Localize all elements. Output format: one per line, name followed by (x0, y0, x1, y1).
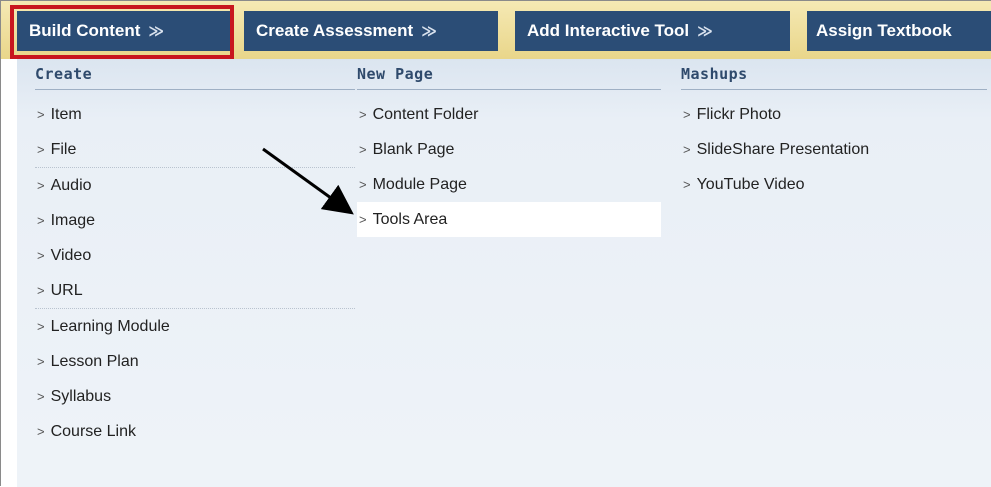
menu-item-label: Video (50, 247, 92, 264)
new-page-heading: New Page (357, 59, 661, 90)
menu-item-flickr-photo[interactable]: > Flickr Photo (681, 97, 987, 132)
build-content-menu: Create > Item > File > Audio > Image > Video … (17, 59, 991, 487)
menu-item-syllabus[interactable]: > Syllabus (35, 379, 355, 414)
menu-item-learning-module[interactable]: > Learning Module (35, 309, 355, 344)
mashups-heading: Mashups (681, 59, 987, 90)
chevron-right-icon: > (359, 142, 367, 157)
tab-create-assessment-label: Create Assessment (256, 21, 414, 40)
menu-item-label: Learning Module (50, 318, 170, 335)
menu-item-blank-page[interactable]: > Blank Page (357, 132, 661, 167)
menu-item-content-folder[interactable]: > Content Folder (357, 97, 661, 132)
chevron-right-icon: > (683, 142, 691, 157)
menu-item-label: URL (50, 282, 83, 299)
menu-item-label: Image (50, 212, 96, 229)
tab-assign-textbook[interactable]: Assign Textbook (807, 11, 991, 51)
menu-item-url[interactable]: > URL (35, 273, 355, 308)
menu-item-label: Syllabus (50, 388, 112, 405)
menu-item-file[interactable]: > File (35, 132, 355, 167)
menu-item-tools-area[interactable]: > Tools Area (357, 202, 661, 237)
menu-item-course-link[interactable]: > Course Link (35, 414, 355, 449)
menu-item-label: Tools Area (372, 211, 448, 228)
menu-item-label: Blank Page (372, 141, 455, 158)
double-chevron-down-icon: ≫ (148, 23, 165, 40)
chevron-right-icon: > (37, 424, 45, 439)
chevron-right-icon: > (37, 178, 45, 193)
chevron-right-icon: > (683, 177, 691, 192)
tab-add-interactive-tool-label: Add Interactive Tool (527, 21, 690, 40)
menu-item-module-page[interactable]: > Module Page (357, 167, 661, 202)
menu-item-lesson-plan[interactable]: > Lesson Plan (35, 344, 355, 379)
chevron-right-icon: > (359, 107, 367, 122)
double-chevron-down-icon: ≫ (421, 23, 437, 40)
tab-assign-textbook-label: Assign Textbook (816, 21, 952, 40)
chevron-right-icon: > (359, 212, 367, 227)
menu-item-audio[interactable]: > Audio (35, 168, 355, 203)
menu-item-video[interactable]: > Video (35, 238, 355, 273)
tab-bar: Build Content ≫ Create Assessment ≫ Add … (1, 1, 991, 59)
menu-item-label: SlideShare Presentation (696, 141, 870, 158)
chevron-right-icon: > (37, 142, 45, 157)
menu-item-label: Lesson Plan (50, 353, 139, 370)
menu-item-label: Flickr Photo (696, 106, 782, 123)
double-chevron-down-icon: ≫ (697, 23, 713, 40)
tab-create-assessment[interactable]: Create Assessment ≫ (244, 11, 498, 51)
chevron-right-icon: > (37, 213, 45, 228)
tab-build-content-label: Build Content (29, 21, 141, 40)
tab-build-content[interactable]: Build Content ≫ (17, 11, 230, 51)
create-heading: Create (35, 59, 355, 90)
menu-item-label: File (50, 141, 77, 158)
menu-item-label: Course Link (50, 423, 136, 440)
chevron-right-icon: > (359, 177, 367, 192)
menu-item-label: Item (50, 106, 82, 123)
menu-item-label: Content Folder (372, 106, 479, 123)
chevron-right-icon: > (37, 389, 45, 404)
menu-item-image[interactable]: > Image (35, 203, 355, 238)
tab-add-interactive-tool[interactable]: Add Interactive Tool ≫ (515, 11, 790, 51)
menu-item-label: YouTube Video (696, 176, 805, 193)
chevron-right-icon: > (683, 107, 691, 122)
menu-item-youtube-video[interactable]: > YouTube Video (681, 167, 987, 202)
menu-item-label: Audio (50, 177, 92, 194)
chevron-right-icon: > (37, 248, 45, 263)
new-page-column: New Page > Content Folder > Blank Page > Mo… (357, 59, 661, 237)
menu-item-slideshare-presentation[interactable]: > SlideShare Presentation (681, 132, 987, 167)
chevron-right-icon: > (37, 283, 45, 298)
window-frame: Build Content ≫ Create Assessment ≫ Add … (0, 0, 991, 487)
chevron-right-icon: > (37, 107, 45, 122)
create-column: Create > Item > File > Audio > Image > Video … (35, 59, 355, 449)
mashups-column: Mashups > Flickr Photo > SlideShare Presen… (681, 59, 987, 202)
chevron-right-icon: > (37, 319, 45, 334)
chevron-right-icon: > (37, 354, 45, 369)
menu-item-label: Module Page (372, 176, 467, 193)
menu-item-item[interactable]: > Item (35, 97, 355, 132)
